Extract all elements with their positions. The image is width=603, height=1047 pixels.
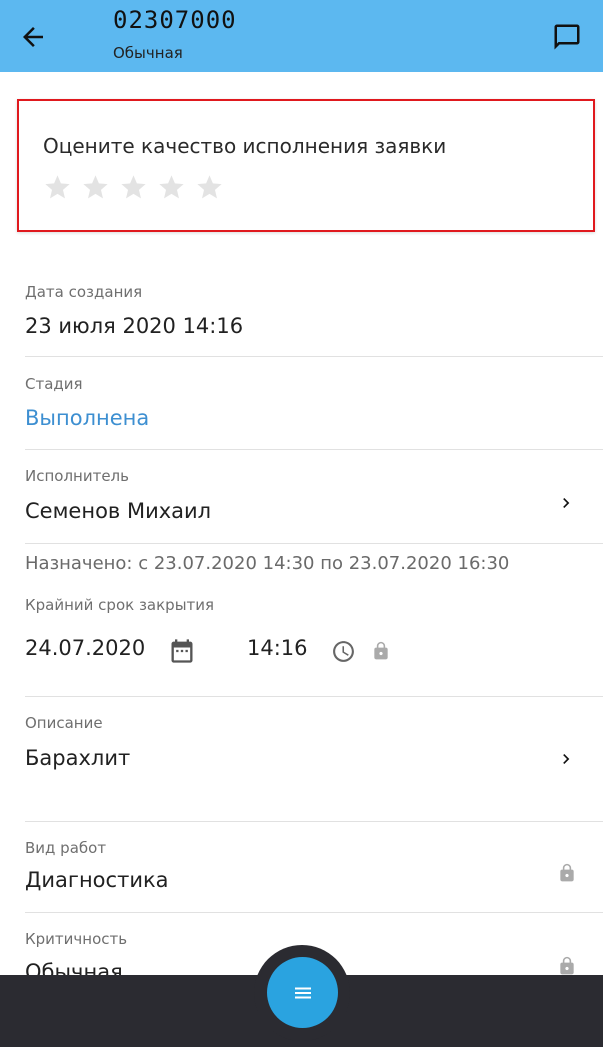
divider bbox=[25, 543, 603, 544]
executor-value: Семенов Михаил bbox=[25, 499, 212, 523]
work-type-label: Вид работ bbox=[25, 839, 107, 857]
description-label: Описание bbox=[25, 714, 103, 732]
divider bbox=[25, 696, 603, 697]
stage-label: Стадия bbox=[25, 375, 83, 393]
executor-label: Исполнитель bbox=[25, 467, 129, 485]
divider bbox=[25, 356, 603, 357]
star-icon[interactable] bbox=[119, 173, 148, 202]
deadline-time[interactable]: 14:16 bbox=[247, 636, 308, 660]
clock-icon[interactable] bbox=[330, 638, 356, 664]
menu-button[interactable] bbox=[267, 957, 338, 1028]
rating-question: Оцените качество исполнения заявки bbox=[43, 134, 447, 158]
menu-icon bbox=[294, 987, 311, 998]
divider bbox=[25, 449, 603, 450]
stage-value: Выполнена bbox=[25, 406, 150, 430]
request-priority: Обычная bbox=[113, 44, 183, 62]
lock-icon bbox=[556, 955, 578, 977]
created-label: Дата создания bbox=[25, 283, 143, 301]
request-number: 02307000 bbox=[113, 6, 237, 34]
chevron-right-icon[interactable] bbox=[556, 749, 576, 769]
chat-icon bbox=[554, 24, 580, 50]
lock-icon bbox=[370, 640, 392, 662]
star-icon[interactable] bbox=[81, 173, 110, 202]
assigned-period: Назначено: с 23.07.2020 14:30 по 23.07.2… bbox=[25, 553, 510, 574]
created-value: 23 июля 2020 14:16 bbox=[25, 314, 244, 338]
back-button[interactable] bbox=[14, 18, 52, 56]
star-icon[interactable] bbox=[195, 173, 224, 202]
criticality-label: Критичность bbox=[25, 930, 128, 948]
divider bbox=[25, 821, 603, 822]
arrow-left-icon bbox=[23, 27, 43, 47]
chevron-right-icon[interactable] bbox=[556, 493, 576, 513]
app-bar: 02307000 Обычная bbox=[0, 0, 603, 72]
star-rating[interactable] bbox=[43, 173, 224, 202]
rating-card: Оцените качество исполнения заявки bbox=[17, 99, 595, 232]
divider bbox=[25, 912, 603, 913]
calendar-icon[interactable] bbox=[167, 636, 197, 666]
deadline-label: Крайний срок закрытия bbox=[25, 596, 215, 614]
work-type-value: Диагностика bbox=[25, 868, 169, 892]
star-icon[interactable] bbox=[157, 173, 186, 202]
star-icon[interactable] bbox=[43, 173, 72, 202]
chat-button[interactable] bbox=[548, 18, 586, 56]
lock-icon bbox=[556, 862, 578, 884]
description-value: Барахлит bbox=[25, 746, 131, 770]
deadline-date[interactable]: 24.07.2020 bbox=[25, 636, 145, 660]
